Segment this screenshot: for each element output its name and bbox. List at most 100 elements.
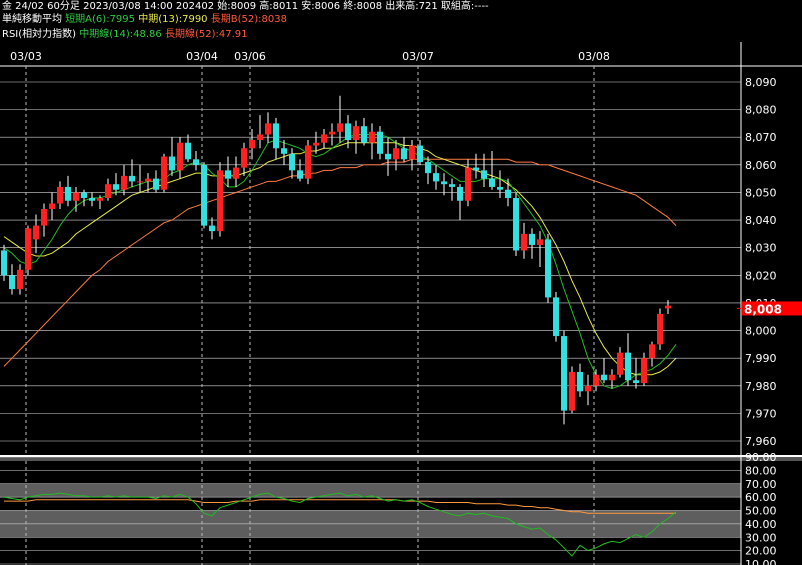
candle-body xyxy=(409,145,415,160)
candle-body xyxy=(1,250,7,276)
candle xyxy=(545,233,551,303)
candle-body xyxy=(577,371,583,392)
candle-body xyxy=(41,209,47,226)
date-label: 03/07 xyxy=(402,50,434,63)
candle-body xyxy=(617,352,623,375)
candle xyxy=(193,151,199,171)
candle xyxy=(353,120,359,154)
candle-body xyxy=(17,269,23,290)
candle-body xyxy=(537,239,543,245)
candle xyxy=(177,137,183,179)
price-chart[interactable]: 8,090 8,080 8,070 8,060 8,050 8,040 8,030 8,020… xyxy=(0,42,802,565)
candle-body xyxy=(601,374,607,381)
price-tick-label: 8,050 xyxy=(745,186,777,199)
price-tick-label: 8,080 xyxy=(745,104,777,117)
candle xyxy=(433,164,439,190)
candle-body xyxy=(377,131,383,154)
candle-body xyxy=(337,123,343,132)
candle-body xyxy=(329,131,335,135)
candle xyxy=(577,363,583,397)
candle xyxy=(25,225,31,276)
candle-body xyxy=(89,197,95,201)
price-tick-label: 8,030 xyxy=(745,242,777,255)
rsi-tick-label: 80.00 xyxy=(745,464,777,477)
chart-info-line: 金 24/02 60分足 2023/03/08 14:00 202402 始:8… xyxy=(2,1,489,12)
rsi-tick-label: 70.00 xyxy=(745,478,777,491)
candle-body xyxy=(177,142,183,171)
candle-body xyxy=(481,170,487,179)
price-tick-label: 7,980 xyxy=(745,380,777,393)
candle-body xyxy=(569,371,575,411)
candle-body xyxy=(9,275,15,290)
candle-body xyxy=(25,228,31,270)
candle xyxy=(145,173,151,193)
candle xyxy=(633,358,639,389)
candle-body xyxy=(129,175,135,182)
rsi-tick-label: 40.00 xyxy=(745,518,777,531)
candle-body xyxy=(233,167,239,179)
candle-body xyxy=(137,181,143,183)
candle-body xyxy=(393,148,399,160)
candle xyxy=(537,231,543,268)
candle-body xyxy=(153,178,159,190)
date-label: 03/06 xyxy=(234,50,266,63)
candle-body xyxy=(201,164,207,226)
rsi-mid-legend: 中期線(14):48.86 xyxy=(79,29,162,40)
price-tick-label: 8,040 xyxy=(745,214,777,227)
rsi-tick-label: 50.00 xyxy=(745,505,777,518)
candle xyxy=(153,170,159,193)
price-tick-label: 7,970 xyxy=(745,407,777,420)
price-tick-label: 8,000 xyxy=(745,325,777,338)
ma-mid-line xyxy=(3,142,677,376)
rsi-tick-label: 20.00 xyxy=(745,545,777,558)
candle-body xyxy=(257,134,263,140)
candle-body xyxy=(209,225,215,232)
candle-body xyxy=(113,184,119,190)
candle xyxy=(369,123,375,160)
candle xyxy=(17,264,23,295)
candle xyxy=(305,139,311,185)
candle xyxy=(457,184,463,221)
candle xyxy=(649,341,655,367)
last-price-tag: 8,008 xyxy=(744,302,782,316)
candle xyxy=(169,137,175,176)
candle-body xyxy=(33,225,39,240)
rsi-title: RSI(相対力指数) xyxy=(2,29,77,40)
rsi-legend: RSI(相対力指数) 中期線(14):48.86 長期線(52):47.91 xyxy=(2,28,248,41)
candle-body xyxy=(313,142,319,146)
candle xyxy=(377,126,383,160)
rsi-band xyxy=(0,483,741,498)
candle-body xyxy=(401,148,407,160)
candle xyxy=(49,192,55,221)
rsi-tick-label: 30.00 xyxy=(745,531,777,544)
candle xyxy=(337,95,343,143)
rsi-long-legend: 長期線(52):47.91 xyxy=(164,29,248,40)
candle-body xyxy=(417,145,423,163)
candle-body xyxy=(665,305,671,309)
candle xyxy=(617,347,623,378)
ma-legend: 単純移動平均 短期A(6):7995 中期(13):7990 長期B(52):8… xyxy=(2,13,287,26)
candle-body xyxy=(425,162,431,174)
candle xyxy=(481,153,487,187)
candle-body xyxy=(121,175,127,190)
candle xyxy=(441,173,447,196)
ma-short-line xyxy=(3,134,677,390)
candle-body xyxy=(193,159,199,165)
candle-body xyxy=(593,374,599,386)
candle xyxy=(361,117,367,146)
candle xyxy=(201,162,207,229)
candle-body xyxy=(49,203,55,210)
candle-body xyxy=(265,123,271,135)
candle-body xyxy=(585,385,591,392)
price-tick-label: 8,020 xyxy=(745,269,777,282)
candle-body xyxy=(57,186,63,204)
candle xyxy=(57,181,63,210)
candle-body xyxy=(633,380,639,384)
candle xyxy=(257,115,263,149)
candle xyxy=(9,264,15,295)
candle xyxy=(497,170,503,198)
candle-body xyxy=(553,297,559,337)
candle-body xyxy=(521,233,527,251)
candle-body xyxy=(321,134,327,143)
candle-body xyxy=(81,192,87,198)
